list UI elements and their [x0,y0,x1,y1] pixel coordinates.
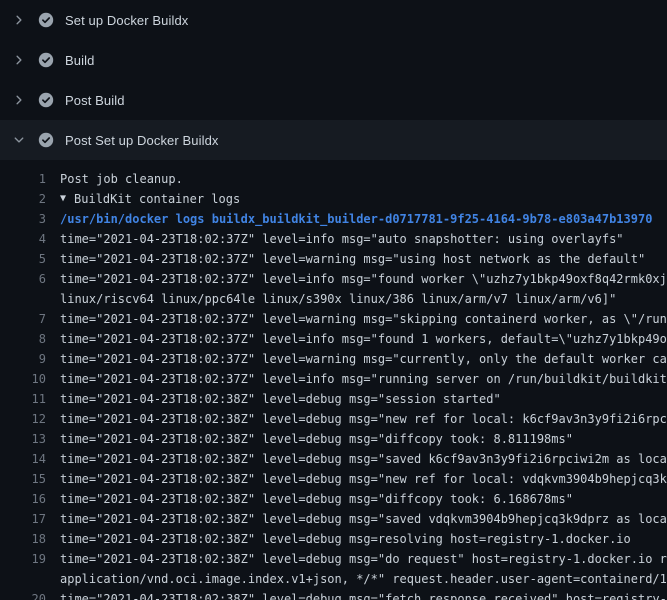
log-text: time="2021-04-23T18:02:38Z" level=debug … [46,509,667,529]
log-line: 18time="2021-04-23T18:02:38Z" level=debu… [0,529,667,549]
log-line: 1Post job cleanup. [0,169,667,189]
log-line-number[interactable]: 18 [0,529,46,549]
log-text: time="2021-04-23T18:02:38Z" level=debug … [46,589,667,600]
chevron-down-icon [12,132,26,148]
log-text: time="2021-04-23T18:02:38Z" level=debug … [46,489,573,509]
log-text: time="2021-04-23T18:02:37Z" level=info m… [46,329,667,349]
log-command-text: /usr/bin/docker logs buildx_buildkit_bui… [46,209,652,229]
log-line-number[interactable]: 1 [0,169,46,189]
log-group-toggle[interactable]: ▼ BuildKit container logs [46,189,240,209]
step-label: Post Set up Docker Buildx [65,133,219,148]
log-line: 15time="2021-04-23T18:02:38Z" level=debu… [0,469,667,489]
check-circle-icon [38,92,54,108]
log-line: 13time="2021-04-23T18:02:38Z" level=debu… [0,429,667,449]
log-text: time="2021-04-23T18:02:38Z" level=debug … [46,449,667,469]
log-line-number[interactable]: 8 [0,329,46,349]
log-line-number[interactable]: 16 [0,489,46,509]
log-text: time="2021-04-23T18:02:38Z" level=debug … [46,529,631,549]
step-sections: Set up Docker Buildx Build Post Build Post … [0,0,667,160]
triangle-down-icon: ▼ [60,189,66,209]
log-line-number [0,289,46,309]
step-header-post-set-up-docker-buildx[interactable]: Post Set up Docker Buildx [0,120,667,160]
chevron-right-icon [12,92,26,108]
log-text: time="2021-04-23T18:02:37Z" level=warnin… [46,349,667,369]
log-line-number[interactable]: 4 [0,229,46,249]
log-text: time="2021-04-23T18:02:38Z" level=debug … [46,409,667,429]
step-label: Post Build [65,93,125,108]
log-line-number[interactable]: 20 [0,589,46,600]
log-text: time="2021-04-23T18:02:37Z" level=warnin… [46,249,645,269]
log-line: 8time="2021-04-23T18:02:37Z" level=info … [0,329,667,349]
log-line: 16time="2021-04-23T18:02:38Z" level=debu… [0,489,667,509]
log-container: 1Post job cleanup.2 ▼ BuildKit container l… [0,160,667,600]
log-line: application/vnd.oci.image.index.v1+json,… [0,569,667,589]
log-line: 2 ▼ BuildKit container logs [0,189,667,209]
log-line-number[interactable]: 10 [0,369,46,389]
log-line-number[interactable]: 19 [0,549,46,569]
log-text: time="2021-04-23T18:02:37Z" level=warnin… [46,309,667,329]
step-label: Build [65,53,94,68]
log-line: 11time="2021-04-23T18:02:38Z" level=debu… [0,389,667,409]
log-text: time="2021-04-23T18:02:38Z" level=debug … [46,549,667,569]
log-line: 10time="2021-04-23T18:02:37Z" level=info… [0,369,667,389]
log-text: time="2021-04-23T18:02:37Z" level=info m… [46,269,667,289]
log-text: time="2021-04-23T18:02:38Z" level=debug … [46,469,667,489]
check-circle-icon [38,52,54,68]
log-line: 5time="2021-04-23T18:02:37Z" level=warni… [0,249,667,269]
log-line-number[interactable]: 15 [0,469,46,489]
actions-log-viewer: Set up Docker Buildx Build Post Build Post … [0,0,667,600]
log-text: application/vnd.oci.image.index.v1+json,… [46,569,667,589]
log-text: linux/riscv64 linux/ppc64le linux/s390x … [46,289,616,309]
log-text: time="2021-04-23T18:02:37Z" level=info m… [46,369,667,389]
log-line: 3/usr/bin/docker logs buildx_buildkit_bu… [0,209,667,229]
log-line-number[interactable]: 9 [0,349,46,369]
chevron-right-icon [12,12,26,28]
log-line-number[interactable]: 14 [0,449,46,469]
check-circle-icon [38,12,54,28]
log-line: 20time="2021-04-23T18:02:38Z" level=debu… [0,589,667,600]
log-line: 7time="2021-04-23T18:02:37Z" level=warni… [0,309,667,329]
log-line: 6time="2021-04-23T18:02:37Z" level=info … [0,269,667,289]
log-group-title: BuildKit container logs [74,189,240,209]
log-line: 12time="2021-04-23T18:02:38Z" level=debu… [0,409,667,429]
log-line: 9time="2021-04-23T18:02:37Z" level=warni… [0,349,667,369]
step-header-post-build[interactable]: Post Build [0,80,667,120]
log-text: Post job cleanup. [46,169,183,189]
check-circle-icon [38,132,54,148]
log-line-number[interactable]: 5 [0,249,46,269]
step-header-set-up-docker-buildx[interactable]: Set up Docker Buildx [0,0,667,40]
log-line-number [0,569,46,589]
log-line: 4time="2021-04-23T18:02:37Z" level=info … [0,229,667,249]
log-line-number[interactable]: 17 [0,509,46,529]
log-line-number[interactable]: 2 [0,189,46,209]
log-line: linux/riscv64 linux/ppc64le linux/s390x … [0,289,667,309]
step-label: Set up Docker Buildx [65,13,188,28]
log-text: time="2021-04-23T18:02:38Z" level=debug … [46,389,501,409]
log-line-number[interactable]: 12 [0,409,46,429]
log-line-number[interactable]: 13 [0,429,46,449]
log-text: time="2021-04-23T18:02:37Z" level=info m… [46,229,624,249]
log-line-number[interactable]: 7 [0,309,46,329]
log-line-number[interactable]: 3 [0,209,46,229]
log-line: 17time="2021-04-23T18:02:38Z" level=debu… [0,509,667,529]
log-text: time="2021-04-23T18:02:38Z" level=debug … [46,429,573,449]
step-header-build[interactable]: Build [0,40,667,80]
log-line: 19time="2021-04-23T18:02:38Z" level=debu… [0,549,667,569]
log-line-number[interactable]: 11 [0,389,46,409]
log-line-number[interactable]: 6 [0,269,46,289]
chevron-right-icon [12,52,26,68]
log-line: 14time="2021-04-23T18:02:38Z" level=debu… [0,449,667,469]
